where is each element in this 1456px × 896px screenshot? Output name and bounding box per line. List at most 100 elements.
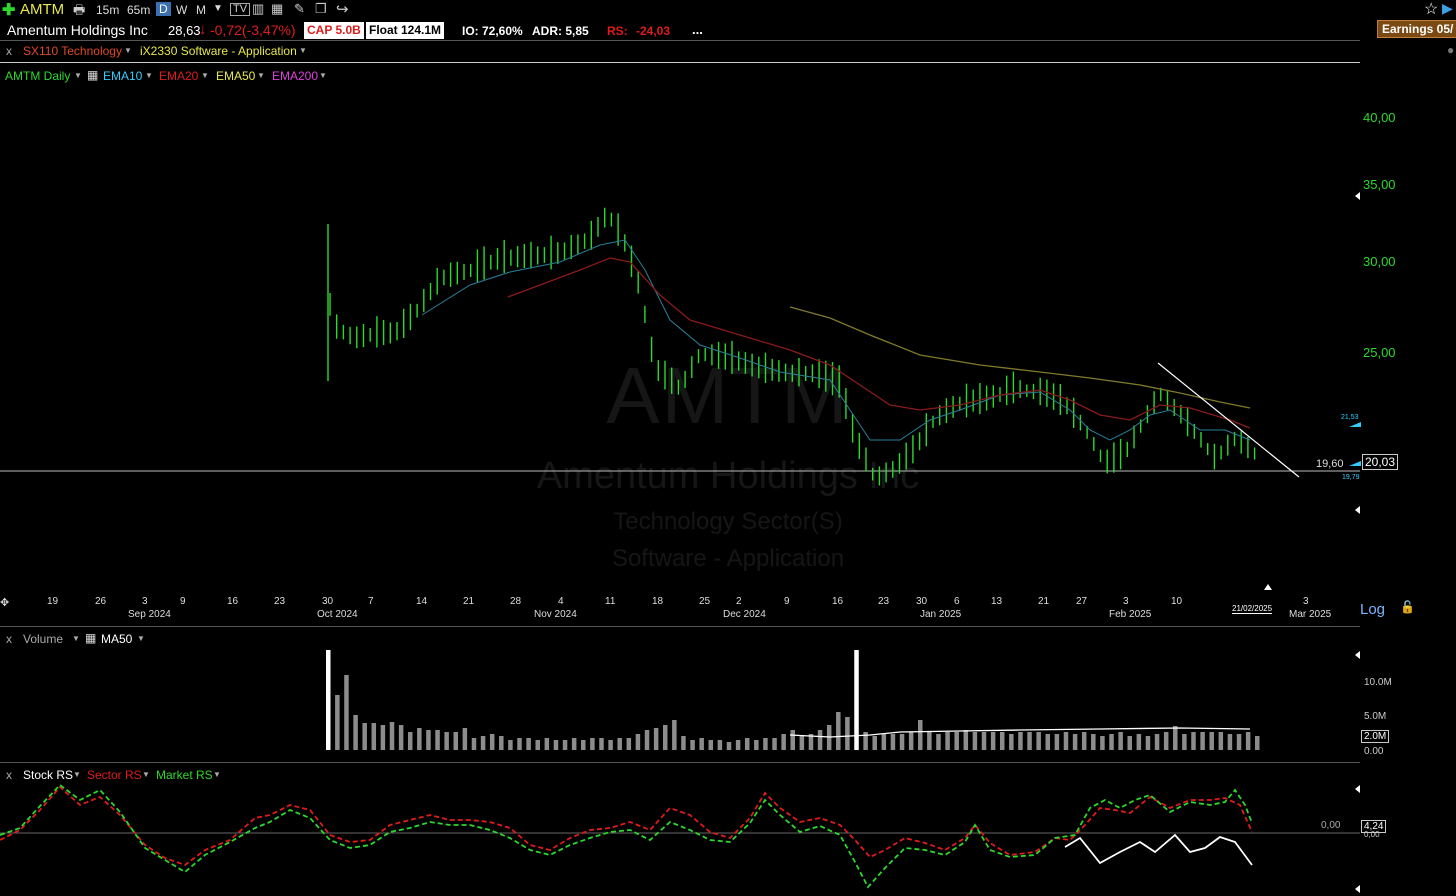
volume-bar — [371, 723, 377, 750]
volume-bar — [489, 734, 495, 750]
grid-icon[interactable]: ▦ — [85, 631, 96, 645]
volume-bar — [599, 738, 604, 750]
volume-label[interactable]: Volume — [23, 632, 63, 646]
volume-bar — [1163, 732, 1169, 750]
stock-rs-line — [1064, 833, 1253, 866]
volume-bar — [1027, 732, 1032, 750]
market-rs-label[interactable]: Market RS — [156, 768, 213, 782]
price-tick: 35,00 — [1363, 177, 1396, 192]
log-scale-toggle[interactable]: Log — [1360, 601, 1385, 618]
volume-bar — [845, 717, 850, 750]
volume-bar — [398, 725, 404, 750]
close-rs-button[interactable]: x — [6, 768, 12, 782]
today-marker-icon — [1264, 584, 1272, 590]
volume-bar — [1173, 726, 1178, 750]
volume-bar — [617, 738, 622, 750]
volume-bar — [608, 740, 613, 750]
scroll-marker-icon[interactable] — [1355, 785, 1360, 793]
chevron-down-icon[interactable]: ▼ — [213, 770, 221, 779]
crosshair-icon[interactable]: ✥ — [0, 596, 9, 609]
date-tick: 30 — [322, 596, 334, 607]
ema-marker-icon — [1349, 422, 1361, 427]
date-tick: 3 — [142, 596, 148, 607]
volume-bar — [908, 732, 914, 750]
volume-bar — [699, 738, 704, 750]
date-tick: 3 — [1303, 596, 1309, 607]
lock-icon[interactable]: 🔓 — [1400, 600, 1415, 614]
volume-bar — [444, 732, 449, 750]
chevron-down-icon[interactable]: ▼ — [142, 770, 150, 779]
chevron-down-icon[interactable]: ▼ — [137, 634, 145, 643]
volume-bar — [453, 732, 459, 750]
volume-bar — [936, 734, 941, 750]
close-volume-button[interactable]: x — [6, 632, 12, 646]
volume-bar — [581, 740, 586, 750]
volume-bar — [435, 730, 440, 750]
volume-bar — [1227, 734, 1233, 750]
volume-bar — [644, 730, 650, 750]
volume-bar — [535, 740, 540, 750]
volume-bar — [1191, 732, 1196, 750]
scroll-marker-icon[interactable] — [1355, 192, 1360, 200]
price-tick: 40,00 — [1363, 110, 1396, 125]
volume-bar — [717, 740, 723, 750]
volume-bar — [1036, 732, 1041, 750]
volume-bar — [1054, 734, 1060, 750]
date-tick: 21 — [463, 596, 475, 607]
scroll-marker-icon[interactable] — [1355, 651, 1360, 659]
date-tick: 19 — [47, 596, 59, 607]
month-tick: Feb 2025 — [1109, 609, 1152, 620]
volume-bar — [1081, 732, 1087, 750]
date-tick: 21 — [1038, 596, 1050, 607]
month-tick: Nov 2024 — [534, 609, 577, 620]
last-price-box: 20,03 — [1362, 454, 1399, 470]
chevron-down-icon[interactable]: ▼ — [73, 770, 81, 779]
volume-bar — [1018, 732, 1023, 750]
volume-bar — [872, 736, 877, 750]
volume-bar — [1200, 732, 1205, 750]
volume-bar — [817, 730, 823, 750]
volume-bar — [1091, 734, 1096, 750]
volume-bar — [708, 740, 714, 750]
volume-bar — [662, 725, 668, 750]
scroll-marker-icon[interactable] — [1355, 506, 1360, 514]
volume-bar — [790, 730, 795, 750]
sector-rs-label[interactable]: Sector RS — [87, 768, 142, 782]
scroll-marker-icon[interactable] — [1355, 885, 1360, 893]
volume-bar — [1236, 734, 1242, 750]
volume-bar — [781, 734, 786, 750]
volume-bar — [927, 732, 932, 750]
volume-bar — [326, 650, 331, 750]
volume-bar — [562, 740, 568, 750]
volume-bar — [954, 732, 959, 750]
volume-bar — [426, 730, 431, 750]
volume-bar — [890, 734, 896, 750]
volume-bar — [981, 732, 987, 750]
month-tick: Jan 2025 — [920, 609, 962, 620]
volume-bar — [1045, 734, 1051, 750]
volume-bar — [407, 732, 413, 750]
volume-bar — [972, 732, 978, 750]
month-tick: Mar 2025 — [1289, 609, 1332, 620]
volume-ma-label[interactable]: MA50 — [101, 632, 132, 646]
volume-last-box: 2.0M — [1361, 730, 1390, 743]
volume-bar — [799, 736, 805, 750]
volume-bar — [735, 740, 741, 750]
date-tick: 30 — [916, 596, 928, 607]
date-tick: 11 — [605, 596, 616, 607]
cursor-date: 21/02/2025 — [1232, 604, 1273, 614]
volume-bar — [945, 732, 950, 750]
volume-bar — [471, 738, 477, 750]
level-small-label: 19,79 — [1342, 474, 1360, 481]
volume-bar — [672, 720, 677, 750]
stock-rs-label[interactable]: Stock RS — [23, 768, 73, 782]
chevron-down-icon[interactable]: ▼ — [72, 634, 80, 643]
date-tick: 4 — [558, 596, 564, 607]
date-tick: 9 — [180, 596, 186, 607]
volume-bar — [881, 734, 887, 750]
trend-line[interactable] — [1157, 362, 1300, 478]
sector-rs-line — [0, 785, 1253, 867]
volume-bar — [499, 736, 504, 750]
volume-bar — [526, 738, 531, 750]
volume-bar — [380, 725, 386, 750]
